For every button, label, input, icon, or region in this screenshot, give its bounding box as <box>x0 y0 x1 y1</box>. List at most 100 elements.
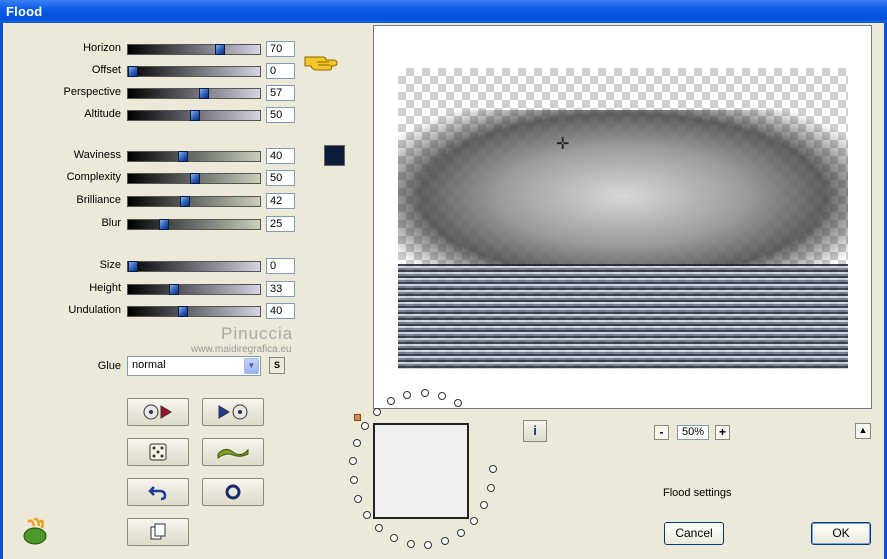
load-preset-icon <box>143 404 172 420</box>
brilliance-slider-thumb[interactable] <box>180 196 191 207</box>
complexity-input[interactable]: 50 <box>266 170 295 186</box>
slider-row-undulation: Undulation 40 <box>3 303 298 319</box>
horizon-slider-thumb[interactable] <box>214 44 225 55</box>
undulation-label: Undulation <box>68 304 121 316</box>
preview-image <box>398 68 848 369</box>
altitude-input[interactable]: 50 <box>266 107 295 123</box>
preview-water-reflection <box>398 264 848 369</box>
save-preset-icon <box>218 404 248 420</box>
color-swatch[interactable] <box>324 145 345 166</box>
small-preview[interactable] <box>373 423 469 519</box>
blur-slider-thumb[interactable] <box>159 219 169 230</box>
load-preset-button[interactable] <box>127 398 189 426</box>
bead <box>390 534 399 543</box>
app-logo-icon <box>23 517 47 545</box>
waviness-slider[interactable] <box>127 151 261 162</box>
complexity-slider[interactable] <box>127 173 261 184</box>
watermark-name: Pinuccia <box>221 324 294 343</box>
offset-input[interactable]: 0 <box>266 63 295 79</box>
perspective-slider[interactable] <box>127 88 261 99</box>
slider-row-brilliance: Brilliance 42 <box>3 193 298 209</box>
waviness-slider-thumb[interactable] <box>177 151 188 162</box>
info-button[interactable]: i <box>523 420 547 442</box>
complexity-label: Complexity <box>66 171 121 183</box>
altitude-slider[interactable] <box>127 110 261 121</box>
horizon-slider[interactable] <box>127 44 261 55</box>
wave-icon <box>217 448 249 459</box>
height-slider[interactable] <box>127 284 261 295</box>
undulation-input[interactable]: 40 <box>266 303 295 319</box>
save-preset-button[interactable] <box>202 398 264 426</box>
perspective-label: Perspective <box>63 86 121 98</box>
blur-slider[interactable] <box>127 219 261 230</box>
height-slider-thumb[interactable] <box>168 284 179 295</box>
undulation-slider[interactable] <box>127 306 261 317</box>
bead <box>375 524 384 533</box>
undo-button[interactable] <box>127 478 189 506</box>
bead <box>480 501 489 510</box>
size-label: Size <box>99 259 121 271</box>
copy-button[interactable] <box>127 518 189 546</box>
slider-row-horizon: Horizon 70 <box>3 41 298 57</box>
bead <box>420 389 429 398</box>
slider-row-blur: Blur 25 <box>3 216 298 232</box>
blur-label: Blur <box>101 217 121 229</box>
perspective-input[interactable]: 57 <box>266 85 295 101</box>
copy-icon <box>150 523 166 540</box>
brilliance-slider[interactable] <box>127 196 261 207</box>
brilliance-label: Brilliance <box>76 194 121 206</box>
reset-button[interactable] <box>202 478 264 506</box>
waviness-label: Waviness <box>73 149 121 161</box>
bead <box>363 510 372 519</box>
preview-pane[interactable]: ✛ <box>373 25 872 409</box>
horizon-input[interactable]: 70 <box>266 41 295 57</box>
chevron-down-icon[interactable]: ▼ <box>244 358 259 374</box>
reset-icon <box>225 484 241 500</box>
orange-handle[interactable] <box>354 414 361 421</box>
height-input[interactable]: 33 <box>266 281 295 297</box>
glue-select[interactable]: normal ▼ <box>127 356 261 376</box>
bead <box>470 516 479 525</box>
bead <box>349 476 358 485</box>
wave-button[interactable] <box>202 438 264 466</box>
glue-label: Glue <box>97 360 121 372</box>
offset-slider-thumb[interactable] <box>128 66 138 77</box>
window-title: Flood <box>6 4 43 19</box>
settings-label: Flood settings <box>663 487 732 499</box>
perspective-slider-thumb[interactable] <box>198 88 209 99</box>
size-slider-thumb[interactable] <box>128 261 138 272</box>
random-dice-icon <box>149 443 167 461</box>
slider-row-altitude: Altitude 50 <box>3 107 298 123</box>
zoom-in-button[interactable]: + <box>715 425 730 440</box>
bead <box>424 540 433 549</box>
undulation-slider-thumb[interactable] <box>177 306 188 317</box>
offset-slider[interactable] <box>127 66 261 77</box>
dialog-body: Horizon 70 Offset 0 Perspective 57 Altit… <box>0 23 887 559</box>
bead <box>354 494 363 503</box>
size-input[interactable]: 0 <box>266 258 295 274</box>
altitude-slider-thumb[interactable] <box>190 110 200 121</box>
crosshair-icon[interactable]: ✛ <box>556 134 569 154</box>
zoom-level[interactable]: 50% <box>677 425 709 440</box>
watermark-site: www.maidiregrafica.eu <box>191 344 292 355</box>
ok-button[interactable]: OK <box>811 522 871 545</box>
glue-selected-value: normal <box>132 359 166 371</box>
bead <box>406 539 415 548</box>
zoom-out-button[interactable]: - <box>654 425 669 440</box>
randomize-button[interactable] <box>127 438 189 466</box>
bead <box>486 483 495 492</box>
bead <box>441 537 450 546</box>
bead <box>456 528 465 537</box>
slider-row-offset: Offset 0 <box>3 63 298 79</box>
collapse-arrow-icon[interactable]: ▲ <box>855 423 871 439</box>
height-label: Height <box>89 282 121 294</box>
complexity-slider-thumb[interactable] <box>190 173 200 184</box>
size-slider[interactable] <box>127 261 261 272</box>
bead <box>361 422 370 431</box>
brilliance-input[interactable]: 42 <box>266 193 295 209</box>
waviness-input[interactable]: 40 <box>266 148 295 164</box>
glue-s-button[interactable]: S <box>269 357 285 374</box>
slider-row-size: Size 0 <box>3 258 298 274</box>
cancel-button[interactable]: Cancel <box>664 522 724 545</box>
blur-input[interactable]: 25 <box>266 216 295 232</box>
